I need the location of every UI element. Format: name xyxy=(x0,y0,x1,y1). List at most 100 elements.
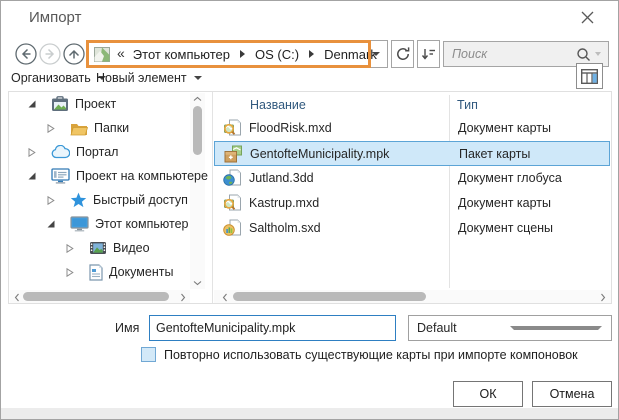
breadcrumb-item[interactable]: OS (C:) xyxy=(253,47,301,62)
address-bar[interactable]: « Этот компьютер OS (C:) Denmark xyxy=(86,40,388,68)
list-hscroll-thumb[interactable] xyxy=(233,292,426,301)
sort-button[interactable] xyxy=(417,40,440,68)
expander-expanded-icon[interactable] xyxy=(27,99,37,109)
cancel-button[interactable]: Отмена xyxy=(532,381,612,407)
column-header-type[interactable]: Тип xyxy=(457,98,478,112)
globe-document-icon xyxy=(223,169,242,187)
format-value: Default xyxy=(417,321,502,335)
search-dropdown-icon[interactable] xyxy=(595,52,601,56)
scroll-right-icon[interactable] xyxy=(600,293,606,302)
cancel-label: Отмена xyxy=(550,387,595,401)
expander-collapsed-icon[interactable] xyxy=(65,267,75,278)
breadcrumb-item[interactable]: Этот компьютер xyxy=(131,47,232,62)
address-map-icon xyxy=(94,47,110,62)
dialog-title: Импорт xyxy=(29,9,81,26)
tree-item-label: Портал xyxy=(76,145,118,159)
breadcrumb-separator-icon xyxy=(240,50,245,58)
file-row[interactable]: Kastrup.mxd Документ карты xyxy=(214,191,610,216)
organize-button[interactable]: Организовать xyxy=(11,68,106,88)
file-type: Документ глобуса xyxy=(458,171,562,185)
tree-item[interactable]: Видео xyxy=(9,236,242,260)
reuse-maps-label: Повторно использовать существующие карты… xyxy=(164,348,578,362)
expander-expanded-icon[interactable] xyxy=(27,171,37,181)
back-button[interactable] xyxy=(15,43,37,65)
tree-item[interactable]: Быстрый доступ xyxy=(9,188,223,212)
scroll-right-icon[interactable] xyxy=(180,293,186,302)
refresh-icon xyxy=(395,46,411,62)
tree-item-label: Видео xyxy=(113,241,150,255)
columns-view-icon xyxy=(581,69,598,84)
scene-document-icon xyxy=(223,219,242,237)
scroll-left-icon[interactable] xyxy=(14,293,20,302)
tree-item-label: Папки xyxy=(94,121,129,135)
tree-item-label: Документы xyxy=(109,265,173,279)
footer-strip xyxy=(1,408,618,419)
search-icon xyxy=(576,47,591,62)
file-type: Документ карты xyxy=(458,121,551,135)
expander-collapsed-icon[interactable] xyxy=(46,123,56,134)
tree-item[interactable]: Этот компьютер xyxy=(9,212,223,236)
quick-access-star-icon xyxy=(70,192,87,208)
forward-button[interactable] xyxy=(39,43,61,65)
tree-item-label: Проект xyxy=(75,97,116,111)
organize-label: Организовать xyxy=(11,71,91,85)
address-dropdown-icon[interactable] xyxy=(372,52,380,56)
file-name: Kastrup.mxd xyxy=(249,196,319,210)
browse-content: Проект Папки Портал Проект на компьютере Быс… xyxy=(8,91,612,304)
expander-expanded-icon[interactable] xyxy=(46,219,56,229)
chevron-down-icon xyxy=(194,76,202,80)
format-dropdown[interactable]: Default xyxy=(408,315,612,341)
breadcrumb-item[interactable]: Denmark xyxy=(322,47,379,62)
tree-item[interactable]: Проект на компьютере xyxy=(9,164,204,188)
tree-item[interactable]: Портал xyxy=(9,140,204,164)
file-name: Saltholm.sxd xyxy=(249,221,321,235)
file-type: Документ сцены xyxy=(458,221,553,235)
videos-icon xyxy=(89,241,107,255)
refresh-button[interactable] xyxy=(391,40,414,68)
file-list: Название Тип FloodRisk.mxdДокумент карты… xyxy=(213,92,612,303)
name-input[interactable] xyxy=(149,315,396,341)
sort-icon xyxy=(421,47,437,61)
list-horizontal-scrollbar[interactable] xyxy=(214,290,611,303)
breadcrumb-separator-icon xyxy=(309,50,314,58)
close-icon[interactable] xyxy=(581,11,597,27)
tree-item[interactable]: Документы xyxy=(9,260,242,284)
map-document-icon xyxy=(223,194,242,212)
new-item-label: Новый элемент xyxy=(96,71,187,85)
scroll-left-icon[interactable] xyxy=(222,293,228,302)
expander-collapsed-icon[interactable] xyxy=(65,243,75,254)
import-dialog: Импорт « Этот компьютерOS (C:)Denmark По xyxy=(0,0,619,420)
column-header-name[interactable]: Название xyxy=(250,98,306,112)
breadcrumb: Этот компьютер OS (C:) Denmark xyxy=(131,47,379,62)
details-view-button[interactable] xyxy=(576,63,603,89)
file-type: Документ карты xyxy=(458,196,551,210)
tree-item[interactable]: Проект xyxy=(9,92,204,116)
up-button[interactable] xyxy=(63,43,85,65)
map-package-icon xyxy=(224,145,243,163)
documents-icon xyxy=(89,264,103,281)
tree-horizontal-scrollbar[interactable] xyxy=(10,290,190,303)
name-label: Имя xyxy=(115,321,139,335)
expander-collapsed-icon[interactable] xyxy=(27,147,37,158)
tree-hscroll-thumb[interactable] xyxy=(23,292,169,301)
tree-item[interactable]: Папки xyxy=(9,116,223,140)
search-placeholder: Поиск xyxy=(452,47,576,61)
tree-item-label: Проект на компьютере xyxy=(76,169,208,183)
file-row[interactable]: Jutland.3ddДокумент глобуса xyxy=(214,166,610,191)
breadcrumb-overflow-chevrons[interactable]: « xyxy=(117,45,125,61)
computer-project-icon xyxy=(51,168,70,184)
file-row[interactable]: Saltholm.sxd Документ сцены xyxy=(214,216,610,241)
catalog-tree: Проект Папки Портал Проект на компьютере Быс… xyxy=(9,92,212,303)
tree-item-label: Быстрый доступ xyxy=(93,193,188,207)
reuse-maps-checkbox[interactable] xyxy=(141,347,156,362)
file-type: Пакет карты xyxy=(459,147,530,161)
expander-collapsed-icon[interactable] xyxy=(46,195,56,206)
ok-label: ОК xyxy=(479,387,496,401)
portal-cloud-icon xyxy=(51,145,70,159)
new-item-button[interactable]: Новый элемент xyxy=(96,68,202,88)
project-icon xyxy=(51,96,69,112)
file-row[interactable]: FloodRisk.mxdДокумент карты xyxy=(214,116,610,141)
ok-button[interactable]: ОК xyxy=(453,381,523,407)
folders-icon xyxy=(70,121,88,136)
file-row[interactable]: GentofteMunicipality.mpkПакет карты xyxy=(214,141,610,166)
